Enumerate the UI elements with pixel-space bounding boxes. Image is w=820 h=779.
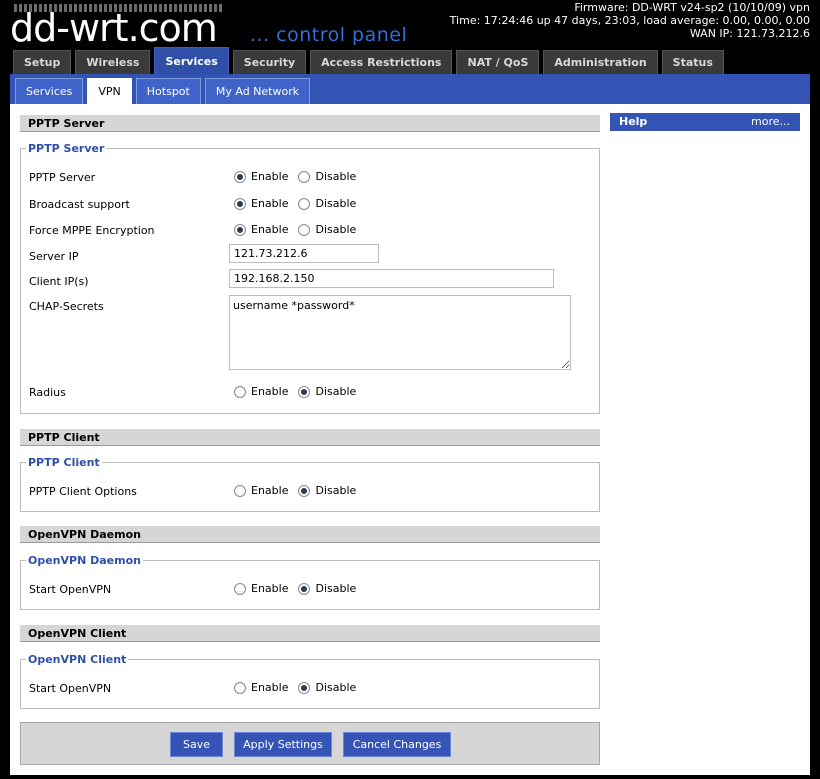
client-ips-label: Client IP(s) [29, 275, 89, 288]
enable-label: Enable [251, 197, 289, 210]
tab-nat-qos[interactable]: NAT / QoS [456, 50, 540, 74]
disable-label: Disable [315, 582, 357, 595]
fieldset-pptp-client: PPTP Client PPTP Client Options Enable D… [20, 456, 600, 512]
broadcast-disable-radio[interactable] [298, 197, 311, 210]
wan-ip: WAN IP: 121.73.212.6 [689, 27, 810, 40]
section-header-pptp-client: PPTP Client [20, 429, 600, 446]
disable-label: Disable [315, 385, 357, 398]
disable-label: Disable [315, 197, 357, 210]
enable-label: Enable [251, 170, 289, 183]
content-area: PPTP Server PPTP Server PPTP Server Enab… [10, 104, 810, 775]
start-openvpn-client-label: Start OpenVPN [29, 682, 112, 695]
disable-label: Disable [315, 484, 357, 497]
button-bar: Save Apply Settings Cancel Changes [20, 722, 600, 765]
tab-setup[interactable]: Setup [13, 50, 72, 74]
row-pptp-server: PPTP Server Enable Disable [29, 169, 591, 187]
legend-pptp-client: PPTP Client [28, 456, 100, 469]
chap-secrets-label: CHAP-Secrets [29, 300, 104, 313]
section-header-openvpn-daemon: OpenVPN Daemon [20, 526, 600, 543]
header: dd-wrt.com ... control panel Firmware: D… [0, 0, 820, 75]
help-box: Help more... [610, 113, 800, 131]
row-broadcast-support: Broadcast support Enable Disable [29, 196, 591, 214]
system-info: Firmware: DD-WRT v24-sp2 (10/10/09) vpn … [450, 1, 810, 40]
server-ip-input[interactable] [229, 244, 379, 263]
legend-openvpn-daemon: OpenVPN Daemon [28, 554, 141, 567]
tab-administration[interactable]: Administration [543, 50, 658, 74]
broadcast-support-label: Broadcast support [29, 198, 130, 211]
enable-label: Enable [251, 681, 289, 694]
row-radius: Radius Enable Disable [29, 384, 591, 402]
firmware-version: Firmware: DD-WRT v24-sp2 (10/10/09) vpn [574, 1, 810, 14]
help-title: Help [619, 115, 648, 128]
enable-label: Enable [251, 385, 289, 398]
client-ips-input[interactable] [229, 269, 554, 288]
logo-suffix: .com [127, 6, 218, 50]
subtab-services[interactable]: Services [15, 78, 84, 104]
legend-pptp-server: PPTP Server [28, 142, 105, 155]
openvpn-client-disable-radio[interactable] [298, 681, 311, 694]
row-force-mppe: Force MPPE Encryption Enable Disable [29, 222, 591, 240]
subtab-vpn[interactable]: VPN [87, 78, 132, 104]
section-header-openvpn-client: OpenVPN Client [20, 625, 600, 642]
fieldset-openvpn-daemon: OpenVPN Daemon Start OpenVPN Enable Disa… [20, 554, 600, 610]
enable-label: Enable [251, 484, 289, 497]
row-start-openvpn-daemon: Start OpenVPN Enable Disable [29, 581, 591, 599]
openvpn-daemon-enable-radio[interactable] [234, 582, 246, 595]
help-more-link[interactable]: more... [751, 113, 790, 131]
pptp-server-enable-radio[interactable] [234, 170, 246, 183]
tab-wireless[interactable]: Wireless [75, 50, 151, 74]
start-openvpn-daemon-label: Start OpenVPN [29, 583, 112, 596]
openvpn-client-enable-radio[interactable] [234, 681, 246, 694]
logo: dd-wrt.com [10, 6, 218, 50]
legend-openvpn-client: OpenVPN Client [28, 653, 127, 666]
radius-label: Radius [29, 386, 66, 399]
subtab-hotspot[interactable]: Hotspot [135, 78, 201, 104]
cancel-changes-button[interactable]: Cancel Changes [343, 732, 451, 757]
pptp-server-label: PPTP Server [29, 171, 96, 184]
sub-tabs: Services VPN Hotspot My Ad Network [15, 78, 311, 104]
sub-tab-bar: Services VPN Hotspot My Ad Network [10, 74, 810, 104]
mppe-enable-radio[interactable] [234, 223, 246, 236]
uptime: Time: 17:24:46 up 47 days, 23:03, load a… [449, 14, 810, 27]
subtab-my-ad-network[interactable]: My Ad Network [204, 78, 311, 104]
enable-label: Enable [251, 223, 289, 236]
tagline: ... control panel [250, 24, 408, 46]
chap-secrets-textarea[interactable]: username *password* [229, 295, 571, 370]
tab-security[interactable]: Security [232, 50, 307, 74]
disable-label: Disable [315, 170, 357, 183]
radius-enable-radio[interactable] [234, 385, 246, 398]
pptp-client-options-label: PPTP Client Options [29, 485, 137, 498]
radius-disable-radio[interactable] [298, 385, 311, 398]
section-header-pptp-server: PPTP Server [20, 115, 600, 132]
tab-access-restrictions[interactable]: Access Restrictions [310, 50, 453, 74]
pptp-client-enable-radio[interactable] [234, 484, 246, 497]
tab-status[interactable]: Status [661, 50, 724, 74]
broadcast-enable-radio[interactable] [234, 197, 246, 210]
apply-settings-button[interactable]: Apply Settings [234, 732, 332, 757]
server-ip-label: Server IP [29, 250, 79, 263]
pptp-server-disable-radio[interactable] [298, 170, 311, 183]
logo-main: dd-wrt [10, 6, 129, 50]
enable-label: Enable [251, 582, 289, 595]
fieldset-pptp-server: PPTP Server PPTP Server Enable Disable B… [20, 142, 600, 414]
pptp-client-disable-radio[interactable] [298, 484, 311, 497]
disable-label: Disable [315, 223, 357, 236]
fieldset-openvpn-client: OpenVPN Client Start OpenVPN Enable Disa… [20, 653, 600, 709]
mppe-disable-radio[interactable] [298, 223, 311, 236]
row-start-openvpn-client: Start OpenVPN Enable Disable [29, 680, 591, 698]
tab-services[interactable]: Services [154, 47, 229, 74]
force-mppe-label: Force MPPE Encryption [29, 224, 155, 237]
row-pptp-client-options: PPTP Client Options Enable Disable [29, 483, 591, 501]
disable-label: Disable [315, 681, 357, 694]
openvpn-daemon-disable-radio[interactable] [298, 582, 311, 595]
main-tabs: Setup Wireless Services Security Access … [13, 47, 724, 74]
save-button[interactable]: Save [170, 732, 223, 757]
